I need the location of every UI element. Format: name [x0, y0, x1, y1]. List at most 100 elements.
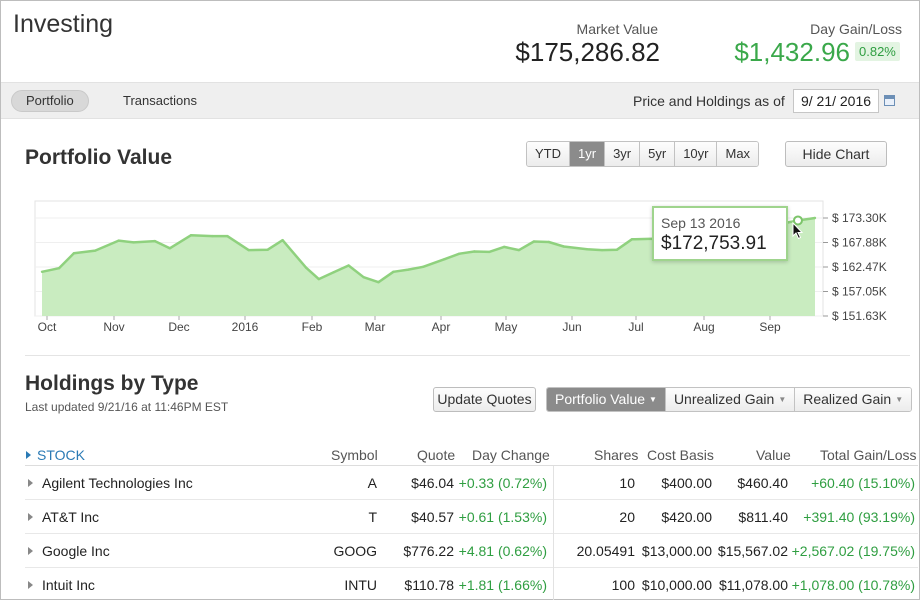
chart-data-point[interactable]	[226, 234, 229, 238]
chart-data-point[interactable]	[532, 240, 536, 243]
chart-data-point[interactable]	[473, 250, 476, 253]
chart-data-point[interactable]	[132, 241, 135, 244]
chart-data-point[interactable]	[488, 250, 491, 254]
table-row[interactable]: Intuit Inc INTU $110.78 +1.81 (1.66%) 100 $10…	[25, 568, 918, 600]
market-value: $175,286.82	[515, 37, 660, 67]
table-row[interactable]: AT&T Inc T $40.57 +0.61 (1.53%) 20 $420.00 $81…	[25, 500, 918, 534]
chart-data-point[interactable]	[94, 249, 97, 252]
day-gain-value: $1,432.96	[734, 37, 850, 67]
chart-data-point[interactable]	[362, 276, 365, 279]
chart-data-point[interactable]	[317, 277, 320, 281]
chart-data-point[interactable]	[377, 281, 380, 284]
chart-data-point[interactable]	[407, 268, 410, 271]
holding-value: $460.40	[737, 475, 788, 491]
hide-chart-button[interactable]: Hide Chart	[785, 141, 887, 167]
chart-data-point[interactable]	[211, 234, 214, 238]
range-ytd-button[interactable]: YTD	[527, 142, 570, 166]
chart-data-point[interactable]	[517, 248, 521, 252]
chart-data-point[interactable]	[615, 248, 619, 251]
holding-shares: 10	[619, 475, 635, 491]
y-tick-label: $ 151.63K	[832, 309, 887, 323]
holding-day-change: +0.61 (1.53%)	[458, 509, 547, 525]
chart-data-point[interactable]	[392, 270, 395, 273]
holding-name: Intuit Inc	[42, 577, 95, 593]
chart-data-point[interactable]	[600, 248, 604, 252]
chart-data-point[interactable]	[562, 245, 565, 248]
chart-data-point[interactable]	[281, 239, 284, 242]
holdings-title: Holdings by Type	[25, 372, 199, 395]
range-10yr-button[interactable]: 10yr	[675, 142, 718, 166]
column-header-symbol[interactable]: Symbol	[331, 447, 378, 463]
chart-data-point[interactable]	[304, 266, 308, 269]
column-header-quote[interactable]: Quote	[417, 447, 455, 463]
chart-data-point[interactable]	[332, 271, 335, 274]
x-tick-label: Mar	[365, 320, 386, 334]
chart-data-point[interactable]	[458, 252, 461, 255]
expand-row-icon[interactable]	[28, 547, 33, 555]
view-realized-gain-button[interactable]: Realized Gain ▼	[795, 388, 912, 411]
holding-cost-basis: $400.00	[661, 475, 712, 491]
chart-data-point[interactable]	[547, 240, 550, 244]
chart-data-point[interactable]	[422, 265, 425, 268]
expand-row-icon[interactable]	[28, 479, 33, 487]
x-tick-label: Sep	[759, 320, 781, 334]
chart-data-point[interactable]	[266, 248, 269, 251]
column-separator	[553, 466, 554, 600]
view-portfolio-value-button[interactable]: Portfolio Value ▼	[547, 388, 666, 411]
expand-row-icon[interactable]	[28, 513, 33, 521]
holding-value: $11,078.00	[718, 577, 788, 593]
calendar-icon[interactable]	[884, 95, 895, 106]
chart-data-point[interactable]	[153, 239, 157, 243]
chart-data-point[interactable]	[117, 239, 120, 242]
portfolio-value-title: Portfolio Value	[25, 146, 173, 169]
chart-data-point[interactable]	[57, 267, 61, 270]
expand-row-icon[interactable]	[28, 581, 33, 589]
mouse-pointer-icon	[792, 222, 804, 240]
day-gain-label: Day Gain/Loss	[810, 21, 902, 37]
y-tick-label: $ 157.05K	[832, 285, 887, 299]
holding-quote: $40.57	[411, 509, 454, 525]
chart-data-point[interactable]	[72, 252, 76, 255]
as-of-date-field[interactable]: 9/ 21/ 2016	[793, 89, 879, 113]
table-row[interactable]: Agilent Technologies Inc A $46.04 +0.33 (0.…	[25, 466, 918, 500]
holding-symbol: INTU	[344, 577, 377, 593]
view-realized-gain-label: Realized Gain	[803, 391, 892, 407]
range-3yr-button[interactable]: 3yr	[605, 142, 641, 166]
column-header-total-gain[interactable]: Total Gain/Loss	[820, 447, 917, 463]
chart-data-point[interactable]	[247, 248, 250, 252]
tooltip-value: $172,753.91	[661, 233, 767, 254]
chart-data-point[interactable]	[813, 216, 817, 220]
range-1yr-button[interactable]: 1yr	[570, 142, 606, 166]
holding-day-change: +4.81 (0.62%)	[458, 543, 547, 559]
view-unrealized-gain-button[interactable]: Unrealized Gain ▼	[665, 388, 796, 411]
holding-total-gain: +391.40 (93.19%)	[803, 509, 915, 525]
chart-data-point[interactable]	[630, 238, 634, 241]
holding-cost-basis: $420.00	[661, 509, 712, 525]
tab-transactions[interactable]: Transactions	[109, 90, 211, 112]
column-header-cost-basis[interactable]: Cost Basis	[647, 447, 714, 463]
chart-data-point[interactable]	[347, 264, 350, 267]
range-5yr-button[interactable]: 5yr	[640, 142, 676, 166]
column-header-day-change[interactable]: Day Change	[472, 447, 550, 463]
stock-group-toggle[interactable]: STOCK	[26, 447, 85, 463]
x-tick-label: Jul	[628, 320, 643, 334]
chart-data-point[interactable]	[502, 245, 506, 249]
range-max-button[interactable]: Max	[717, 142, 759, 166]
column-header-shares[interactable]: Shares	[594, 447, 638, 463]
holding-symbol: A	[367, 475, 377, 491]
chart-data-point[interactable]	[443, 258, 446, 261]
chart-data-point[interactable]	[40, 270, 44, 273]
tab-portfolio[interactable]: Portfolio	[11, 90, 89, 112]
chart-data-point[interactable]	[168, 247, 171, 250]
update-quotes-button[interactable]: Update Quotes	[433, 387, 536, 412]
column-header-value[interactable]: Value	[756, 447, 791, 463]
holding-cost-basis: $13,000.00	[641, 543, 712, 559]
table-row[interactable]: Google Inc GOOG $776.22 +4.81 (0.62%) 20.054…	[25, 534, 918, 568]
holding-quote: $46.04	[411, 475, 454, 491]
chart-data-point[interactable]	[585, 248, 589, 251]
x-tick-label: Oct	[38, 320, 57, 334]
y-tick-label: $ 167.88K	[832, 236, 887, 250]
holding-name: Agilent Technologies Inc	[42, 475, 193, 491]
holding-value: $811.40	[738, 509, 788, 525]
chart-data-point[interactable]	[189, 234, 193, 237]
